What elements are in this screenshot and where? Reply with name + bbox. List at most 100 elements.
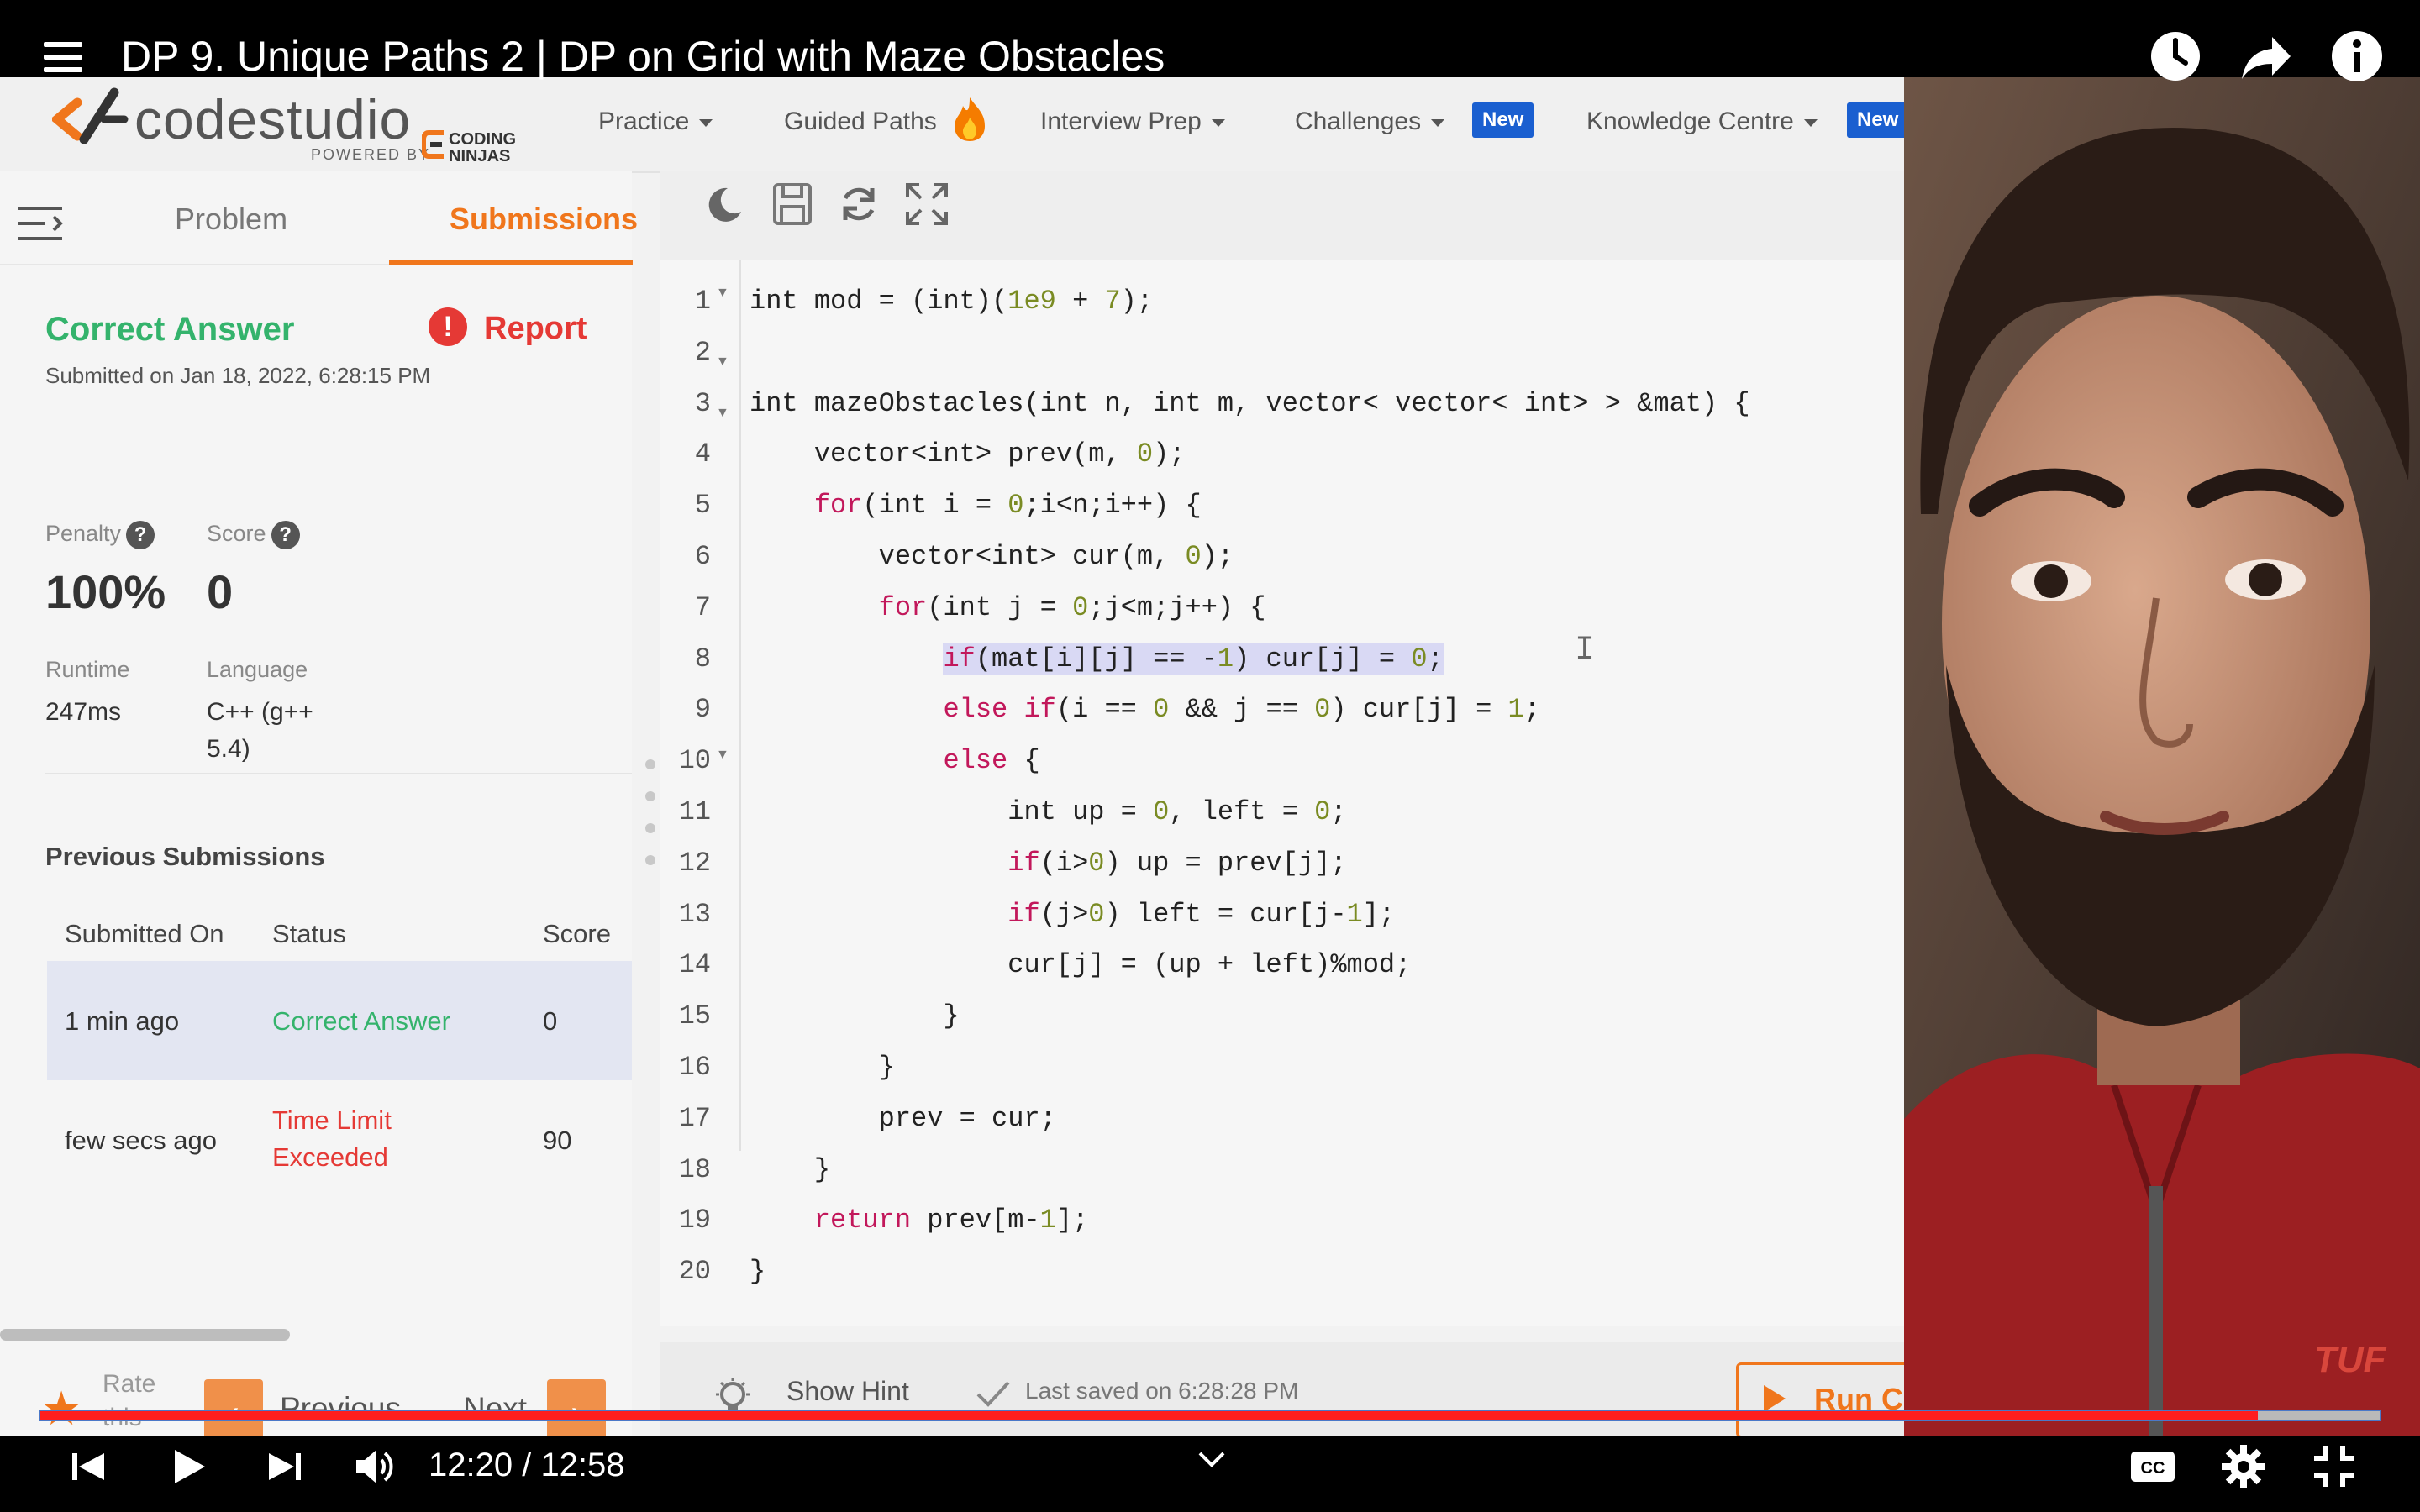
nav-challenges[interactable]: Challenges (1295, 108, 1445, 136)
caret-down-icon (1803, 118, 1818, 127)
nav-interview-prep[interactable]: Interview Prep (1040, 108, 1225, 136)
code-line[interactable]: cur[j] = (up + left)%mod; (750, 949, 1411, 980)
report-button[interactable]: Report (484, 311, 587, 347)
line-number: 1 (694, 286, 711, 317)
code-line[interactable]: vector<int> prev(m, 0); (750, 438, 1186, 470)
code-line[interactable]: int mazeObstacles(int n, int m, vector< … (750, 388, 1750, 419)
coding-ninjas-icon (422, 130, 444, 159)
line-number: 13 (678, 899, 711, 930)
video-progress-fill (40, 1411, 2258, 1420)
language-label: Language (207, 657, 308, 682)
fold-icon[interactable]: ▼ (716, 406, 729, 421)
play-icon[interactable] (163, 1441, 213, 1492)
code-line[interactable]: if(mat[i][j] == -1) cur[j] = 0; (750, 643, 1444, 675)
chevron-down-icon[interactable] (1197, 1450, 1227, 1468)
submission-panel: Problem Submissions Correct Answer ! Rep… (0, 171, 638, 1436)
horizontal-scrollbar[interactable] (0, 1329, 290, 1341)
code-line[interactable]: int mod = (int)(1e9 + 7); (750, 286, 1153, 317)
checkmark-icon (976, 1381, 1010, 1407)
fold-icon[interactable]: ▼ (716, 286, 729, 301)
tab-submissions[interactable]: Submissions (450, 202, 638, 237)
row-submitted: few secs ago (65, 1126, 217, 1155)
code-line[interactable]: int up = 0, left = 0; (750, 796, 1346, 827)
row-status-cont[interactable]: Exceeded (272, 1142, 388, 1173)
powered-by-label: POWERED BY (311, 146, 431, 163)
coding-ninjas-label: CODING NINJAS (449, 130, 516, 165)
video-title[interactable]: DP 9. Unique Paths 2 | DP on Grid with M… (121, 32, 1165, 81)
code-line[interactable]: else if(i == 0 && j == 0) cur[j] = 1; (750, 694, 1540, 725)
code-line[interactable]: if(i>0) up = prev[j]; (750, 848, 1346, 879)
time-display: 12:20 / 12:58 (429, 1446, 625, 1483)
settings-gear-icon[interactable] (2218, 1441, 2269, 1492)
share-icon[interactable] (2238, 29, 2294, 84)
language-value: C++ (g++ (207, 698, 313, 726)
fullscreen-editor-icon[interactable] (904, 181, 950, 227)
code-line[interactable]: else { (750, 745, 1039, 776)
collapse-panel-icon[interactable] (17, 205, 64, 242)
menu-icon[interactable] (44, 42, 84, 76)
code-line[interactable]: vector<int> cur(m, 0); (750, 541, 1234, 572)
code-line[interactable]: if(j>0) left = cur[j-1]; (750, 899, 1395, 930)
rate-problem[interactable]: Ratethis (103, 1368, 155, 1435)
line-number: 10 (678, 745, 711, 776)
help-icon[interactable]: ? (271, 521, 300, 549)
volume-icon[interactable] (350, 1441, 400, 1492)
fold-icon[interactable]: ▼ (716, 354, 729, 370)
line-number: 16 (678, 1052, 711, 1083)
captions-icon[interactable]: CC (2128, 1441, 2178, 1492)
next-video-icon[interactable] (259, 1441, 309, 1492)
watch-later-icon[interactable] (2148, 29, 2203, 84)
fold-icon[interactable]: ▼ (716, 748, 729, 763)
caret-down-icon (699, 118, 713, 127)
next-button[interactable]: › (547, 1379, 606, 1436)
code-line[interactable]: } (750, 1052, 895, 1083)
row-status[interactable]: Time Limit (272, 1105, 392, 1136)
code-line[interactable]: } (750, 1256, 765, 1287)
nav-knowledge-centre[interactable]: Knowledge Centre (1586, 108, 1818, 136)
codestudio-logo-icon[interactable] (52, 86, 129, 150)
line-number: 12 (678, 848, 711, 879)
webcam-video (1904, 77, 2420, 1436)
exit-fullscreen-icon[interactable] (2309, 1441, 2360, 1492)
save-icon[interactable] (771, 181, 813, 227)
run-code-button[interactable]: Run C (1736, 1362, 1904, 1436)
code-editor[interactable] (660, 260, 1904, 1326)
info-icon[interactable] (2329, 29, 2385, 84)
penalty-value: 100% (45, 565, 166, 618)
tab-problem[interactable]: Problem (175, 202, 287, 237)
help-icon[interactable]: ? (126, 521, 155, 549)
reset-code-icon[interactable] (837, 181, 881, 227)
code-line[interactable]: prev = cur; (750, 1103, 1056, 1134)
col-submitted-on: Submitted On (65, 919, 224, 948)
penalty-label: Penalty? (45, 521, 155, 549)
col-score: Score (543, 919, 611, 948)
row-status[interactable]: Correct Answer (272, 1006, 450, 1037)
dark-mode-icon[interactable] (702, 183, 746, 227)
row-submitted: 1 min ago (65, 1006, 180, 1036)
line-number: 20 (678, 1256, 711, 1287)
code-line[interactable]: for(int i = 0;i<n;i++) { (750, 490, 1202, 521)
previous-video-icon[interactable] (64, 1441, 114, 1492)
submission-status: Correct Answer (45, 311, 295, 348)
runtime-label: Runtime (45, 657, 130, 682)
code-line[interactable]: } (750, 1154, 830, 1185)
line-number: 2 (694, 337, 711, 368)
runtime-value: 247ms (45, 698, 122, 726)
site-navbar: codestudio POWERED BY CODING NINJAS Prac… (0, 77, 1904, 173)
active-tab-indicator (389, 260, 633, 265)
line-number: 11 (678, 796, 711, 827)
codestudio-logo[interactable]: codestudio (134, 87, 411, 151)
line-number: 14 (678, 949, 711, 980)
nav-guided-paths[interactable]: Guided Paths (784, 108, 937, 136)
code-line[interactable]: for(int j = 0;j<m;j++) { (750, 592, 1266, 623)
star-icon[interactable]: ★ (40, 1381, 82, 1436)
alert-icon[interactable]: ! (429, 307, 467, 346)
previous-button[interactable]: ‹ (204, 1379, 263, 1436)
show-hint-button[interactable]: Show Hint (786, 1376, 909, 1407)
code-line[interactable]: return prev[m-1]; (750, 1205, 1088, 1236)
nav-practice[interactable]: Practice (598, 108, 713, 136)
fire-icon (955, 97, 985, 141)
line-number: 18 (678, 1154, 711, 1185)
caret-down-icon (1431, 118, 1445, 127)
code-line[interactable]: } (750, 1000, 959, 1032)
